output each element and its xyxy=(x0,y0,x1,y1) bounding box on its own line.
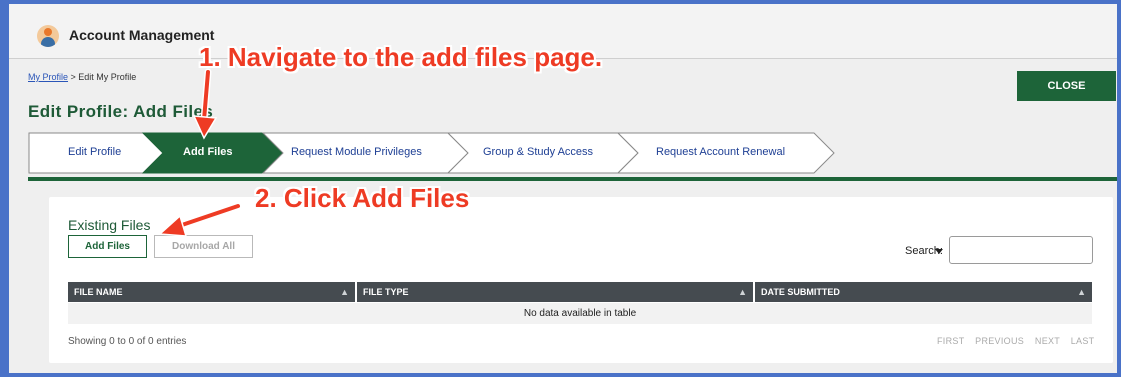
annotation-step-2: 2. Click Add Files xyxy=(255,183,470,213)
arrow-icon xyxy=(192,68,218,140)
arrow-icon xyxy=(158,202,242,237)
annotation-step-1: 1. Navigate to the add files page. xyxy=(199,42,603,72)
